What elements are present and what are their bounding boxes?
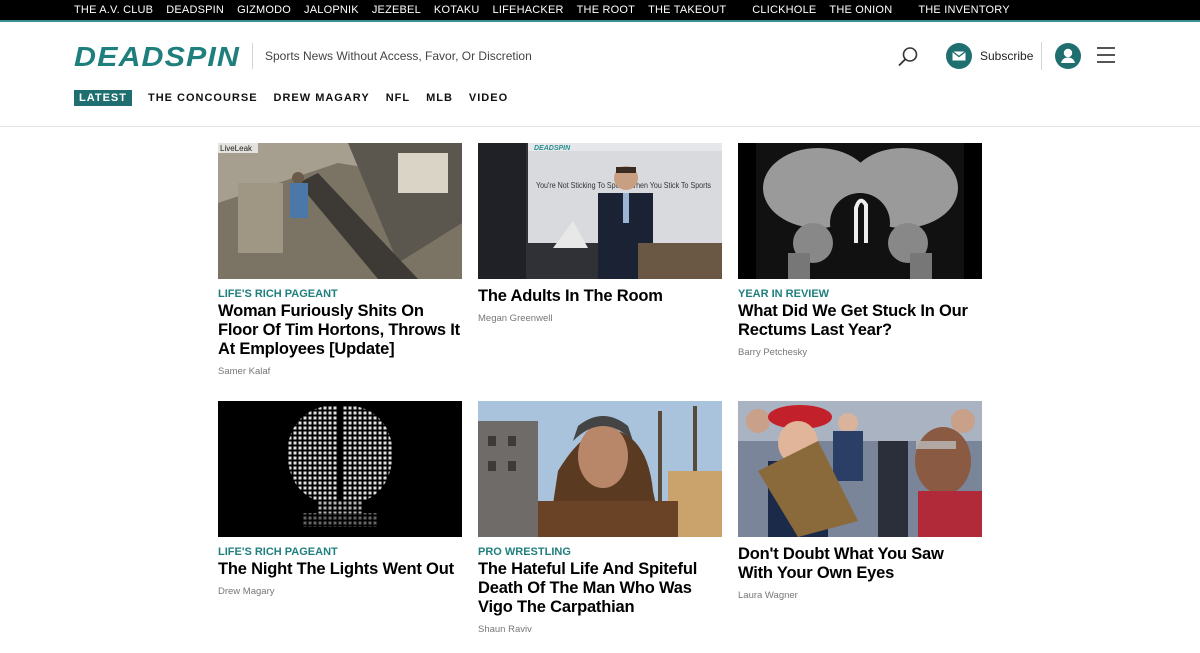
article-kicker[interactable]: LIFE'S RICH PAGEANT — [218, 288, 462, 300]
article-kicker[interactable]: YEAR IN REVIEW — [738, 288, 982, 300]
nav-mlb[interactable]: MLB — [426, 92, 453, 104]
article-thumbnail[interactable] — [738, 143, 982, 279]
article-thumbnail[interactable]: DEADSPIN You're Not Sticking To Sports W… — [478, 143, 722, 279]
network-link[interactable]: GIZMODO — [237, 4, 291, 16]
nav-the-concourse[interactable]: THE CONCOURSE — [148, 92, 258, 104]
article-kicker[interactable]: LIFE'S RICH PAGEANT — [218, 546, 462, 558]
header-divider — [252, 43, 253, 69]
article-card[interactable]: DEADSPIN You're Not Sticking To Sports W… — [478, 143, 722, 324]
tagline: Sports News Without Access, Favor, Or Di… — [265, 49, 532, 63]
article-title[interactable]: What Did We Get Stuck In Our Rectums Las… — [738, 302, 982, 340]
article-thumbnail[interactable] — [738, 401, 982, 537]
network-link[interactable]: THE A.V. CLUB — [74, 4, 153, 16]
network-link[interactable]: THE INVENTORY — [918, 4, 1009, 16]
article-card[interactable]: PRO WRESTLING The Hateful Life And Spite… — [478, 401, 722, 635]
nav-latest[interactable]: LATEST — [74, 90, 132, 106]
svg-text:DEADSPIN: DEADSPIN — [534, 145, 571, 152]
article-author[interactable]: Barry Petchesky — [738, 347, 982, 358]
article-title[interactable]: Don't Doubt What You Saw With Your Own E… — [738, 545, 982, 583]
article-author[interactable]: Laura Wagner — [738, 590, 982, 601]
mail-icon — [946, 43, 972, 69]
svg-text:LiveLeak: LiveLeak — [220, 144, 253, 153]
deadspin-logo[interactable]: DEADSPIN — [74, 43, 240, 69]
network-bar: THE A.V. CLUB DEADSPIN GIZMODO JALOPNIK … — [0, 0, 1200, 22]
nav-drew-magary[interactable]: DREW MAGARY — [274, 92, 370, 104]
network-link[interactable]: JEZEBEL — [372, 4, 421, 16]
network-link[interactable]: LIFEHACKER — [493, 4, 564, 16]
nav-nfl[interactable]: NFL — [386, 92, 410, 104]
article-title[interactable]: The Adults In The Room — [478, 287, 722, 306]
user-icon[interactable] — [1055, 43, 1081, 69]
search-icon[interactable] — [897, 46, 919, 68]
article-thumbnail[interactable] — [478, 401, 722, 537]
svg-text:DEADSPIN: DEADSPIN — [74, 43, 240, 69]
network-link[interactable]: CLICKHOLE — [752, 4, 816, 16]
network-link[interactable]: KOTAKU — [434, 4, 480, 16]
header-divider — [1041, 42, 1042, 70]
network-link[interactable]: THE ONION — [829, 4, 892, 16]
site-header: DEADSPIN Sports News Without Access, Fav… — [0, 22, 1200, 127]
article-card[interactable]: YEAR IN REVIEW What Did We Get Stuck In … — [738, 143, 982, 358]
nav-video[interactable]: VIDEO — [469, 92, 508, 104]
article-thumbnail[interactable] — [218, 401, 462, 537]
network-link[interactable]: DEADSPIN — [166, 4, 224, 16]
article-author[interactable]: Megan Greenwell — [478, 313, 722, 324]
article-author[interactable]: Shaun Raviv — [478, 624, 722, 635]
article-card[interactable]: Don't Doubt What You Saw With Your Own E… — [738, 401, 982, 601]
article-thumbnail[interactable]: LiveLeak — [218, 143, 462, 279]
article-title[interactable]: The Hateful Life And Spiteful Death Of T… — [478, 560, 722, 617]
article-card[interactable]: LIFE'S RICH PAGEANT The Night The Lights… — [218, 401, 462, 597]
hamburger-menu-icon[interactable] — [1097, 47, 1115, 65]
network-link[interactable]: THE TAKEOUT — [648, 4, 726, 16]
article-author[interactable]: Drew Magary — [218, 586, 462, 597]
article-card[interactable]: LiveLeak LIFE'S RICH PAGEANT Woman Furio… — [218, 143, 462, 377]
article-kicker[interactable]: PRO WRESTLING — [478, 546, 722, 558]
article-author[interactable]: Samer Kalaf — [218, 366, 462, 377]
subscribe-label: Subscribe — [980, 49, 1034, 63]
article-title[interactable]: The Night The Lights Went Out — [218, 560, 462, 579]
article-title[interactable]: Woman Furiously Shits On Floor Of Tim Ho… — [218, 302, 462, 359]
network-link[interactable]: THE ROOT — [577, 4, 635, 16]
subscribe-button[interactable]: Subscribe — [946, 42, 1033, 70]
section-nav: LATEST THE CONCOURSE DREW MAGARY NFL MLB… — [74, 90, 524, 106]
network-link[interactable]: JALOPNIK — [304, 4, 359, 16]
